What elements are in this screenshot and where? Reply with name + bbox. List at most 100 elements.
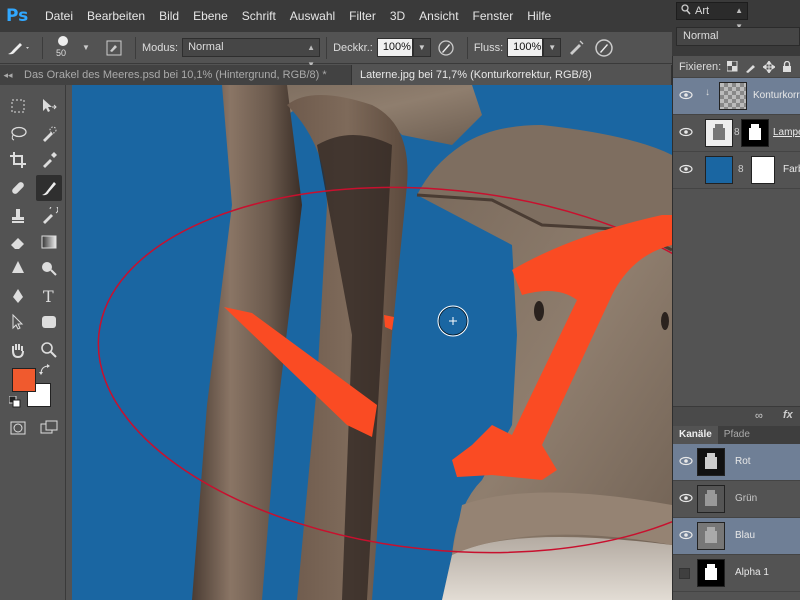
- menu-bearbeiten[interactable]: Bearbeiten: [80, 0, 152, 32]
- pen-tool-icon[interactable]: [5, 283, 31, 309]
- layers-panel-header: Art ▲▼ Normal: [672, 0, 800, 56]
- opacity-label: Deckkr.:: [333, 41, 373, 54]
- layer-row-lampe[interactable]: 8 Lampe: [673, 115, 800, 152]
- channel-name: Grün: [735, 493, 758, 504]
- visibility-toggle-off[interactable]: [679, 568, 690, 579]
- brush-size-picker[interactable]: 50: [51, 35, 81, 61]
- mode-select[interactable]: Normal ▲▼: [182, 38, 321, 69]
- menu-datei[interactable]: Datei: [38, 0, 80, 32]
- eye-icon[interactable]: [679, 456, 693, 469]
- layer-kind-filter[interactable]: Art ▲▼: [676, 2, 748, 31]
- blur-tool-icon[interactable]: [5, 255, 31, 281]
- default-colors-icon[interactable]: [8, 395, 22, 409]
- layers-panel-footer: ∞ fx: [673, 406, 800, 426]
- lock-position-icon[interactable]: [762, 60, 775, 73]
- eraser-icon[interactable]: [5, 229, 31, 255]
- quick-mask-icon[interactable]: [5, 415, 31, 441]
- clip-arrow-icon: ↓: [705, 87, 710, 98]
- menu-3d[interactable]: 3D: [383, 0, 412, 32]
- layer-row-farbe[interactable]: 8 Farb: [673, 152, 800, 189]
- eye-icon[interactable]: [679, 493, 693, 506]
- foreground-color-swatch[interactable]: [12, 368, 36, 392]
- marquee-tool-icon[interactable]: [5, 93, 31, 119]
- fx-button[interactable]: fx: [783, 409, 793, 421]
- options-bar: 50 ▼ Modus: Normal ▲▼ Deckkr.: 100% ▼ Fl…: [0, 32, 672, 69]
- link-icon[interactable]: 8: [734, 127, 740, 138]
- document-canvas[interactable]: [72, 85, 672, 600]
- clone-stamp-icon[interactable]: [5, 203, 31, 229]
- tab-pfade[interactable]: Pfade: [718, 426, 756, 444]
- airbrush-icon[interactable]: [561, 37, 591, 59]
- eye-icon[interactable]: [679, 90, 693, 103]
- hand-tool-icon[interactable]: [5, 337, 31, 363]
- divider: [326, 36, 328, 59]
- fill-layer-thumbnail: [705, 156, 733, 184]
- chevron-down-icon[interactable]: ▼: [81, 37, 91, 59]
- layer-thumbnail: [719, 82, 747, 110]
- tab-kanaele[interactable]: Kanäle: [673, 426, 718, 444]
- brush-size-value: 50: [56, 47, 67, 58]
- layer-blend-mode-select[interactable]: Normal: [676, 27, 800, 46]
- svg-text:T: T: [43, 287, 54, 305]
- vent-hole: [661, 312, 669, 330]
- mode-label: Modus:: [142, 41, 179, 54]
- quick-selection-icon[interactable]: [36, 121, 62, 147]
- opacity-input[interactable]: 100%: [376, 38, 413, 57]
- photoshop-window: Ps Datei Bearbeiten Bild Ebene Schrift A…: [0, 0, 800, 600]
- panel-collapse-icon[interactable]: ◂◂: [0, 65, 16, 85]
- move-tool-icon[interactable]: [36, 93, 62, 119]
- tab-das-orakel[interactable]: Das Orakel des Meeres.psd bei 10,1% (Hin…: [16, 65, 352, 85]
- menu-fenster[interactable]: Fenster: [466, 0, 521, 32]
- crop-tool-icon[interactable]: [5, 147, 31, 173]
- flow-dropdown[interactable]: ▼: [543, 38, 562, 57]
- layer-name: Farb: [783, 164, 800, 175]
- layer-row-konturkorrektur[interactable]: ↓ Konturkorr: [673, 78, 800, 115]
- zoom-tool-icon[interactable]: [36, 337, 62, 363]
- channel-name: Blau: [735, 530, 756, 541]
- lock-pixels-icon[interactable]: [744, 60, 757, 73]
- brush-panel-toggle-icon[interactable]: [99, 37, 129, 59]
- menu-hilfe[interactable]: Hilfe: [520, 0, 558, 32]
- divider: [466, 36, 468, 59]
- layer-name: Konturkorr: [753, 90, 800, 101]
- brush-tool-preset-icon[interactable]: [0, 37, 36, 59]
- eye-icon[interactable]: [679, 530, 693, 543]
- brush-tool-icon[interactable]: [36, 175, 62, 201]
- opacity-dropdown[interactable]: ▼: [412, 38, 431, 57]
- lock-all-icon[interactable]: [780, 60, 793, 73]
- dodge-tool-icon[interactable]: [36, 255, 62, 281]
- link-layers-icon[interactable]: ∞: [755, 410, 763, 422]
- screen-mode-icon[interactable]: [36, 415, 62, 441]
- lock-transparent-icon[interactable]: [726, 60, 739, 73]
- menu-auswahl[interactable]: Auswahl: [283, 0, 342, 32]
- menu-schrift[interactable]: Schrift: [235, 0, 283, 32]
- eye-icon[interactable]: [679, 164, 693, 177]
- type-tool-icon[interactable]: T: [36, 283, 62, 309]
- pressure-opacity-icon[interactable]: [431, 37, 461, 59]
- document-tabs: ◂◂ Das Orakel des Meeres.psd bei 10,1% (…: [0, 65, 672, 85]
- healing-brush-icon[interactable]: [5, 175, 31, 201]
- history-brush-icon[interactable]: [36, 203, 62, 229]
- rectangle-shape-icon[interactable]: [36, 309, 62, 335]
- channel-thumbnail: [697, 448, 725, 476]
- swap-colors-icon[interactable]: [38, 363, 52, 377]
- gradient-icon[interactable]: [36, 229, 62, 255]
- eyedropper-icon[interactable]: [36, 147, 62, 173]
- eye-icon[interactable]: [679, 127, 693, 140]
- menu-ebene[interactable]: Ebene: [186, 0, 235, 32]
- channel-row-alpha1[interactable]: Alpha 1: [673, 555, 800, 592]
- menu-filter[interactable]: Filter: [342, 0, 383, 32]
- channel-row-blau[interactable]: Blau: [673, 518, 800, 555]
- link-icon[interactable]: 8: [738, 164, 744, 175]
- channel-row-rot[interactable]: Rot: [673, 444, 800, 481]
- flow-input[interactable]: 100%: [507, 38, 544, 57]
- menu-ansicht[interactable]: Ansicht: [412, 0, 465, 32]
- lock-label: Fixieren:: [679, 60, 722, 73]
- menu-bild[interactable]: Bild: [152, 0, 186, 32]
- channel-row-gruen[interactable]: Grün: [673, 481, 800, 518]
- lasso-tool-icon[interactable]: [5, 121, 31, 147]
- pressure-size-icon[interactable]: [591, 37, 617, 59]
- path-selection-icon[interactable]: [5, 309, 31, 335]
- tab-laterne[interactable]: Laterne.jpg bei 71,7% (Konturkorrektur, …: [352, 65, 672, 85]
- channels-tabs: Kanäle Pfade: [673, 426, 800, 444]
